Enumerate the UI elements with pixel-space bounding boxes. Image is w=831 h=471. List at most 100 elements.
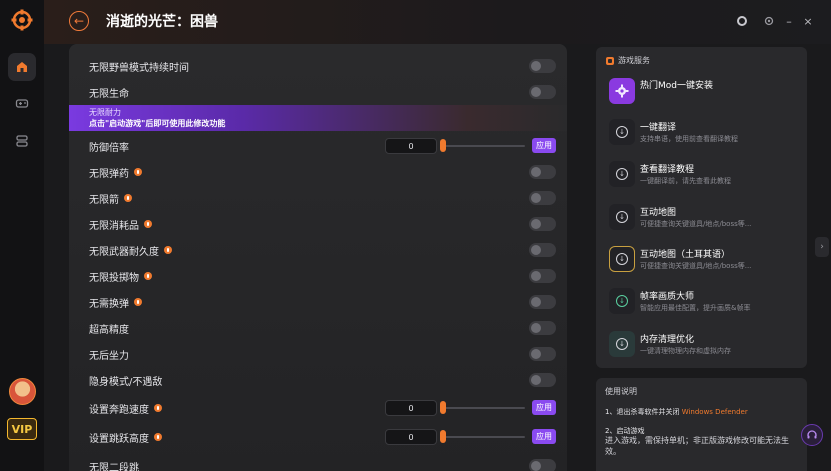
setting-toggle[interactable] xyxy=(529,217,556,231)
arrow-left-icon: ← xyxy=(73,14,85,28)
service-title: 一键翻译 xyxy=(640,123,677,133)
ring-icon xyxy=(737,16,747,26)
customer-support-button[interactable] xyxy=(801,424,823,446)
setting-label: 无限弹药 xyxy=(89,165,142,180)
back-button[interactable]: ← xyxy=(69,11,89,31)
slider-track[interactable] xyxy=(443,436,525,438)
setting-row: 无需换弹 xyxy=(69,289,567,315)
setting-label: 超高精度 xyxy=(89,324,129,336)
service-fps-master[interactable]: ↓ 帧率画质大师 智能应用最佳配置，提升画质&帧率 xyxy=(609,285,799,319)
vip-badge[interactable]: VIP xyxy=(7,418,37,440)
service-subtitle: 智能应用最佳配置，提升画质&帧率 xyxy=(640,304,751,312)
setting-toggle[interactable] xyxy=(529,85,556,99)
value-input[interactable]: 0 xyxy=(385,138,437,154)
service-title: 互动地图（土耳其语） xyxy=(640,250,731,260)
gear-icon xyxy=(764,16,774,26)
setting-toggle[interactable] xyxy=(529,165,556,179)
setting-toggle[interactable] xyxy=(529,191,556,205)
theme-button[interactable] xyxy=(735,14,749,28)
service-translate-tutorial[interactable]: ↓ 查看翻译教程 一键翻译前，请先查看此教程 xyxy=(609,158,799,192)
setting-toggle[interactable] xyxy=(529,295,556,309)
service-translate[interactable]: ↓ 一键翻译 支持串语，使用前查看翻译教程 xyxy=(609,116,799,150)
setting-row-slider: 设置跳跃高度 0 应用 xyxy=(69,424,567,450)
download-icon: ↓ xyxy=(609,204,635,230)
page-title: 消逝的光芒：困兽 xyxy=(106,14,218,30)
setting-row: 无后坐力 xyxy=(69,341,567,367)
service-subtitle: 一键翻译前，请先查看此教程 xyxy=(640,177,731,185)
service-interactive-map[interactable]: ↓ 互动地图 可便捷查询关键道具/地点/boss等... xyxy=(609,201,799,235)
close-button[interactable]: × xyxy=(801,14,815,28)
setting-toggle[interactable] xyxy=(529,243,556,257)
slider-track[interactable] xyxy=(443,145,525,147)
download-icon: ↓ xyxy=(609,161,635,187)
warning-icon xyxy=(134,168,142,176)
slider-handle[interactable] xyxy=(440,430,446,443)
setting-toggle[interactable] xyxy=(529,321,556,335)
app-logo-icon xyxy=(11,9,33,31)
setting-label-text: 设置奔跑速度 xyxy=(89,404,149,416)
warning-icon xyxy=(154,433,162,441)
setting-label: 无限武器耐久度 xyxy=(89,243,172,258)
windows-defender-link[interactable]: Windows Defender xyxy=(682,408,748,416)
slider-track[interactable] xyxy=(443,407,525,409)
value-input[interactable]: 0 xyxy=(385,429,437,445)
service-mod-install[interactable]: 热门Mod一键安装 xyxy=(609,75,799,109)
expand-panel-button[interactable]: › xyxy=(815,237,829,257)
warning-icon xyxy=(164,246,172,254)
setting-toggle[interactable] xyxy=(529,459,556,471)
setting-toggle[interactable] xyxy=(529,347,556,361)
apply-button[interactable]: 应用 xyxy=(532,400,556,415)
instruction-step-2-detail: 进入游戏，需保持单机；非正版游戏修改可能无法生效。 xyxy=(605,436,789,456)
setting-label-text: 无需换弹 xyxy=(89,298,129,310)
setting-label: 无限消耗品 xyxy=(89,217,152,232)
value-input[interactable]: 0 xyxy=(385,400,437,416)
banner-feature-name: 无限耐力 xyxy=(89,108,121,117)
setting-row: 超高精度 xyxy=(69,315,567,341)
warning-icon xyxy=(154,404,162,412)
slider-handle[interactable] xyxy=(440,139,446,152)
game-services-panel: 游戏服务 热门Mod一键安装 ↓ 一键翻译 支持串语，使用前查看翻译教程 ↓ 查… xyxy=(596,47,807,368)
setting-label: 无限箭 xyxy=(89,191,132,206)
minimize-icon: – xyxy=(786,14,792,28)
service-subtitle: 可便捷查询关键道具/地点/boss等... xyxy=(640,262,752,270)
title-bar: ← 消逝的光芒：困兽 – × xyxy=(44,0,831,44)
setting-row-slider: 防御倍率 0 应用 xyxy=(69,133,567,159)
setting-toggle[interactable] xyxy=(529,59,556,73)
slider-handle[interactable] xyxy=(440,401,446,414)
warning-icon xyxy=(124,194,132,202)
mod-install-icon xyxy=(609,78,635,104)
service-subtitle: 可便捷查询关键道具/地点/boss等... xyxy=(640,220,752,228)
nav-home-button[interactable] xyxy=(8,53,36,81)
setting-label: 设置跳跃高度 xyxy=(89,430,162,445)
setting-label: 无限投掷物 xyxy=(89,269,152,284)
service-memory-cleanup[interactable]: ↓ 内存清理优化 一键清理物理内存和虚拟内存 xyxy=(609,328,799,362)
service-subtitle: 支持串语，使用前查看翻译教程 xyxy=(640,135,738,143)
home-icon xyxy=(17,62,27,72)
settings-button[interactable] xyxy=(762,14,776,28)
apply-button[interactable]: 应用 xyxy=(532,429,556,444)
instructions-title: 使用说明 xyxy=(605,387,637,396)
setting-row: 无限生命 xyxy=(69,79,567,105)
download-icon: ↓ xyxy=(609,331,635,357)
instruction-step-1: 1、退出杀毒软件并关闭 Windows Defender xyxy=(605,407,748,417)
banner-hint-text: 点击"启动游戏"后即可使用此修改功能 xyxy=(89,119,226,128)
service-title: 热门Mod一键安装 xyxy=(640,81,713,91)
setting-label-text: 无限投掷物 xyxy=(89,272,139,284)
nav-storage-button[interactable] xyxy=(8,127,36,155)
apply-button[interactable]: 应用 xyxy=(532,138,556,153)
setting-label-text: 无限武器耐久度 xyxy=(89,246,159,258)
setting-toggle[interactable] xyxy=(529,373,556,387)
setting-row-slider: 设置奔跑速度 0 应用 xyxy=(69,395,567,421)
warning-icon xyxy=(144,220,152,228)
nav-games-button[interactable] xyxy=(8,89,36,117)
setting-label-text: 设置跳跃高度 xyxy=(89,433,149,445)
setting-label: 设置奔跑速度 xyxy=(89,401,162,416)
instruction-step-1-text: 1、退出杀毒软件并关闭 xyxy=(605,408,680,416)
setting-toggle[interactable] xyxy=(529,269,556,283)
setting-label-text: 无限弹药 xyxy=(89,168,129,180)
services-icon xyxy=(606,56,614,65)
user-avatar[interactable] xyxy=(9,378,36,405)
minimize-button[interactable]: – xyxy=(782,14,796,28)
setting-label: 防御倍率 xyxy=(89,142,129,154)
service-interactive-map-turkish[interactable]: ↓ 互动地图（土耳其语） 可便捷查询关键道具/地点/boss等... xyxy=(609,243,799,277)
